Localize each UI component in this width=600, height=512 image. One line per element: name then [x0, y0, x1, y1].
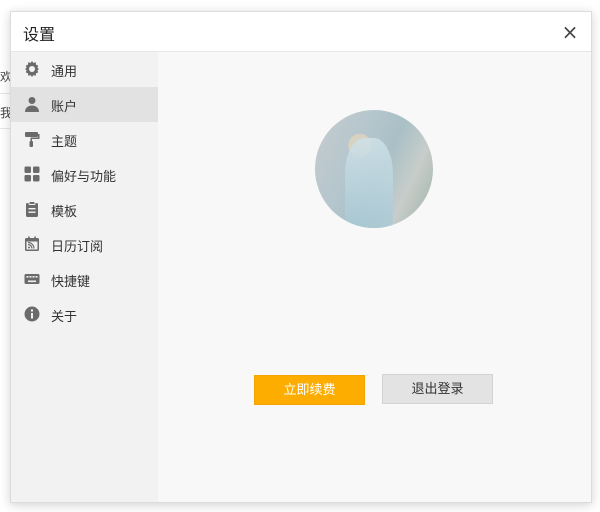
- sidebar-item-label: 偏好与功能: [51, 170, 117, 185]
- avatar[interactable]: [315, 110, 433, 228]
- sidebar-item-calendar-subscription[interactable]: 日历订阅: [11, 227, 158, 262]
- grid-icon: [24, 166, 40, 182]
- gear-icon: [25, 61, 39, 77]
- clipboard-icon: [26, 201, 38, 217]
- renew-button[interactable]: 立即续费: [254, 375, 365, 405]
- settings-sidebar: 通用 账户 主题 偏好与功能 模板 日历订阅 快捷键 关于: [11, 52, 158, 502]
- keyboard-icon: [24, 274, 40, 284]
- info-icon: [24, 306, 40, 322]
- sidebar-item-label: 主题: [51, 135, 78, 150]
- settings-dialog: 设置 × 通用 账户 主题 偏好与功能 模板 日历订阅 快捷键 关于 立即续费 …: [10, 11, 592, 503]
- sidebar-item-label: 通用: [51, 65, 78, 80]
- sidebar-item-general[interactable]: 通用: [11, 52, 158, 87]
- sidebar-item-shortcuts[interactable]: 快捷键: [11, 262, 158, 297]
- calendar-rss-icon: [25, 236, 39, 251]
- paint-roller-icon: [25, 132, 40, 147]
- sidebar-item-label: 账户: [51, 100, 78, 115]
- background-divider: [0, 128, 10, 129]
- sidebar-item-theme[interactable]: 主题: [11, 122, 158, 157]
- sidebar-item-templates[interactable]: 模板: [11, 192, 158, 227]
- sidebar-item-label: 快捷键: [51, 275, 91, 290]
- dialog-header: 设置 ×: [11, 12, 591, 52]
- sidebar-item-about[interactable]: 关于: [11, 297, 158, 332]
- sidebar-item-account[interactable]: 账户: [11, 87, 158, 122]
- account-panel: 立即续费 退出登录: [158, 52, 591, 502]
- sidebar-item-label: 关于: [51, 310, 78, 325]
- user-icon: [25, 97, 39, 112]
- sidebar-item-label: 日历订阅: [51, 240, 104, 255]
- sidebar-item-preferences[interactable]: 偏好与功能: [11, 157, 158, 192]
- dialog-title: 设置: [23, 25, 56, 44]
- background-divider: [0, 93, 10, 94]
- logout-button[interactable]: 退出登录: [382, 374, 493, 404]
- sidebar-item-label: 模板: [51, 205, 78, 220]
- avatar-figure: [345, 138, 393, 228]
- close-button[interactable]: ×: [559, 21, 581, 43]
